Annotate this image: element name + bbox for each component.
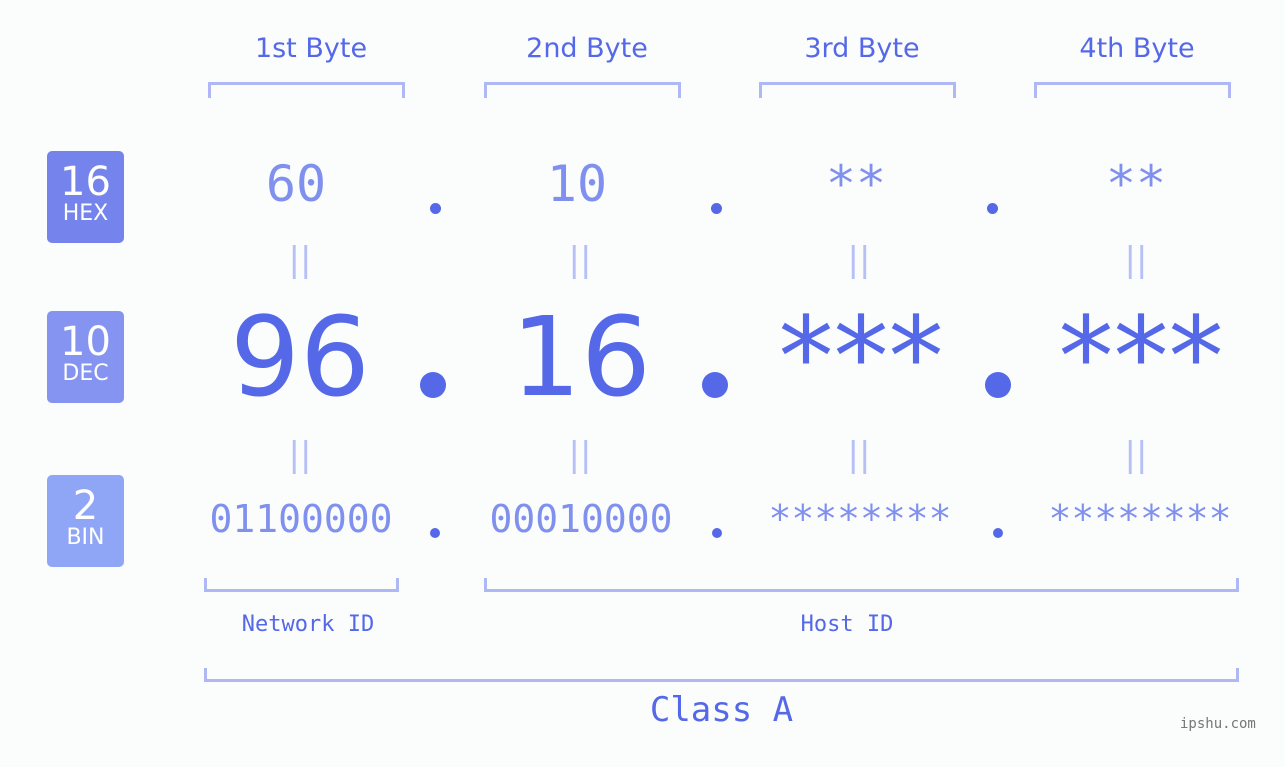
bin-base-label: BIN [66, 525, 105, 550]
byte-header-1: 1st Byte [254, 33, 368, 64]
host-id-bracket [484, 578, 1239, 592]
hex-byte-4: ** [1105, 155, 1167, 213]
equals-sign: || [288, 240, 312, 280]
dec-byte-1: 96 [230, 293, 370, 421]
hex-byte-2: 10 [546, 155, 608, 213]
bin-byte-2: 00010000 [489, 497, 673, 541]
equals-sign: || [1124, 240, 1148, 280]
hex-dot-1 [430, 203, 441, 214]
host-id-label: Host ID [800, 612, 894, 637]
byte-header-2: 2nd Byte [526, 33, 648, 64]
bin-dot-2 [712, 528, 722, 538]
network-id-label: Network ID [241, 612, 375, 637]
hex-dot-2 [711, 203, 722, 214]
equals-sign: || [847, 240, 871, 280]
dec-badge: 10 DEC [47, 311, 124, 403]
bin-dot-3 [993, 528, 1003, 538]
dec-dot-3 [985, 372, 1011, 398]
bin-dot-1 [430, 528, 440, 538]
equals-sign: || [568, 435, 592, 475]
hex-byte-3: ** [825, 155, 887, 213]
byte-header-4: 4th Byte [1079, 33, 1195, 64]
dec-dot-1 [420, 372, 446, 398]
hex-base-label: HEX [62, 201, 109, 226]
byte-bracket-4 [1034, 82, 1231, 98]
hex-base-number: 16 [60, 159, 111, 205]
dec-base-label: DEC [62, 361, 109, 386]
equals-sign: || [847, 435, 871, 475]
byte-header-3: 3rd Byte [804, 33, 920, 64]
network-id-bracket [204, 578, 399, 592]
byte-bracket-2 [484, 82, 681, 98]
dec-byte-2: 16 [511, 293, 651, 421]
equals-sign: || [568, 240, 592, 280]
class-label: Class A [649, 690, 794, 730]
dec-byte-3: *** [778, 293, 944, 421]
equals-sign: || [288, 435, 312, 475]
bin-byte-1: 01100000 [209, 497, 393, 541]
watermark: ipshu.com [1180, 716, 1256, 732]
dec-dot-2 [702, 372, 728, 398]
hex-dot-3 [987, 203, 998, 214]
dec-base-number: 10 [60, 319, 111, 365]
bin-byte-4: ******** [1048, 497, 1232, 541]
class-bracket [204, 668, 1239, 682]
bin-byte-3: ******** [768, 497, 952, 541]
dec-byte-4: *** [1058, 293, 1224, 421]
hex-badge: 16 HEX [47, 151, 124, 243]
byte-bracket-3 [759, 82, 956, 98]
byte-bracket-1 [208, 82, 405, 98]
equals-sign: || [1124, 435, 1148, 475]
bin-badge: 2 BIN [47, 475, 124, 567]
bin-base-number: 2 [72, 483, 99, 529]
hex-byte-1: 60 [265, 155, 327, 213]
